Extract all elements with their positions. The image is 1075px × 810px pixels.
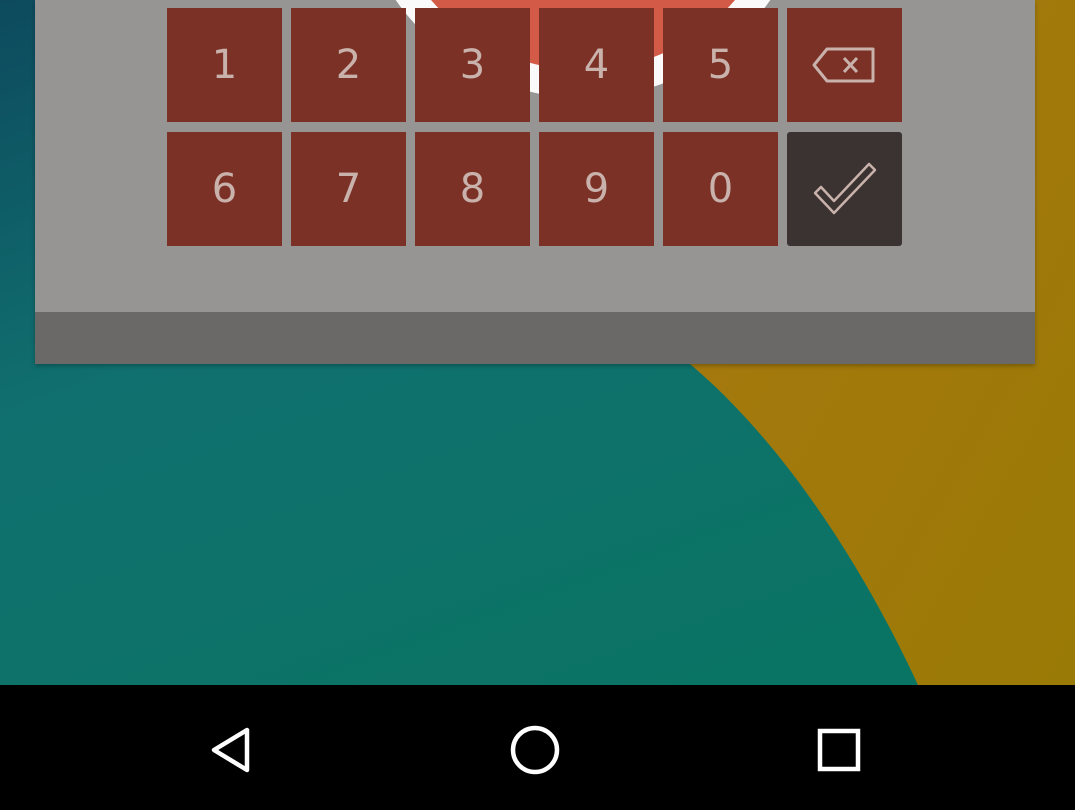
key-2[interactable]: 2	[291, 8, 406, 122]
key-1[interactable]: 1	[167, 8, 282, 122]
key-0[interactable]: 0	[663, 132, 778, 246]
key-5[interactable]: 5	[663, 8, 778, 122]
navigation-bar	[0, 685, 1075, 810]
key-8[interactable]: 8	[415, 132, 530, 246]
recents-square-icon	[817, 728, 861, 772]
recents-button[interactable]	[789, 705, 889, 795]
backspace-key[interactable]	[787, 8, 902, 122]
backspace-icon	[812, 47, 874, 83]
key-7[interactable]: 7	[291, 132, 406, 246]
back-button[interactable]	[182, 705, 282, 795]
checkmark-icon	[813, 162, 876, 215]
home-circle-icon	[510, 725, 560, 775]
back-triangle-icon	[211, 727, 250, 773]
key-6[interactable]: 6	[167, 132, 282, 246]
screen: 1 2 3 4 5 6 7 8 9 0	[0, 0, 1075, 810]
home-button[interactable]	[485, 705, 585, 795]
key-3[interactable]: 3	[415, 8, 530, 122]
key-4[interactable]: 4	[539, 8, 654, 122]
dialog-footer	[35, 312, 1035, 364]
enter-key[interactable]	[787, 132, 902, 246]
key-9[interactable]: 9	[539, 132, 654, 246]
pin-dialog: 1 2 3 4 5 6 7 8 9 0	[35, 0, 1035, 364]
